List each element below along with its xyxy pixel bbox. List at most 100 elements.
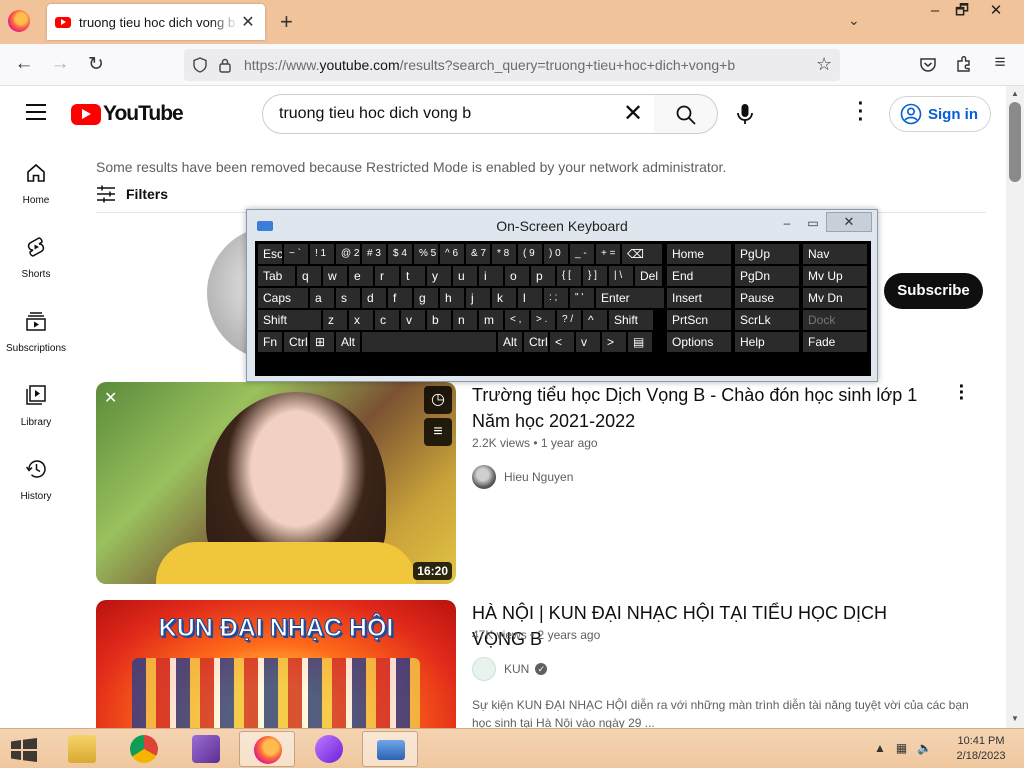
osk-key[interactable]: Mv Up: [803, 266, 867, 286]
osk-key[interactable]: Pause: [735, 288, 799, 308]
osk-key[interactable]: * 8: [492, 244, 516, 264]
microphone-icon[interactable]: [734, 102, 756, 126]
osk-key[interactable]: Alt: [498, 332, 522, 352]
volume-icon[interactable]: 🔈: [917, 741, 932, 755]
video-title[interactable]: HÀ NỘI | KUN ĐẠI NHẠC HỘI TẠI TIỂU HỌC D…: [472, 600, 942, 652]
osk-key[interactable]: : ;: [544, 288, 568, 308]
osk-key[interactable]: ~ `: [284, 244, 308, 264]
osk-minimize-button[interactable]: –: [774, 214, 800, 232]
bookmark-star-icon[interactable]: ☆: [816, 54, 832, 75]
search-box[interactable]: truong tieu hoc dich vong b ✕: [262, 94, 655, 134]
guide-item-home[interactable]: Home: [0, 162, 72, 208]
visual-studio-preview-taskbar-button[interactable]: [301, 731, 357, 767]
osk-key[interactable]: m: [479, 310, 503, 330]
osk-key[interactable]: Mv Dn: [803, 288, 867, 308]
add-to-queue-icon[interactable]: ≡: [424, 418, 452, 446]
osk-key[interactable]: ⌫: [622, 244, 662, 264]
osk-key[interactable]: t: [401, 266, 425, 286]
osk-key[interactable]: Dock: [803, 310, 867, 330]
osk-key[interactable]: ! 1: [310, 244, 334, 264]
taskbar-clock[interactable]: 10:41 PM 2/18/2023: [950, 734, 1012, 764]
osk-key[interactable]: v: [401, 310, 425, 330]
on-screen-keyboard-taskbar-button[interactable]: [362, 731, 418, 767]
osk-key[interactable]: | \: [609, 266, 633, 286]
guide-item-subscriptions[interactable]: Subscriptions: [0, 310, 72, 356]
forward-arrow-icon[interactable]: →: [48, 53, 72, 75]
osk-key[interactable]: Help: [735, 332, 799, 352]
osk-key[interactable]: $ 4: [388, 244, 412, 264]
osk-key[interactable]: o: [505, 266, 529, 286]
url-bar[interactable]: https://www.youtube.com/results?search_q…: [184, 49, 840, 81]
firefox-logo-icon[interactable]: [8, 10, 30, 32]
osk-key[interactable]: b: [427, 310, 451, 330]
visual-studio-taskbar-button[interactable]: [178, 731, 234, 767]
pocket-icon[interactable]: [919, 56, 937, 74]
osk-key[interactable]: c: [375, 310, 399, 330]
channel-link[interactable]: Hieu Nguyen: [472, 465, 573, 489]
osk-key[interactable]: p: [531, 266, 555, 286]
osk-key[interactable]: l: [518, 288, 542, 308]
osk-close-button[interactable]: ✕: [826, 212, 872, 232]
osk-key[interactable]: r: [375, 266, 399, 286]
osk-key[interactable]: & 7: [466, 244, 490, 264]
video-thumbnail[interactable]: KUN ĐẠI NHẠC HỘI: [96, 600, 456, 728]
osk-key[interactable]: } ]: [583, 266, 607, 286]
subscribe-button[interactable]: Subscribe: [884, 273, 983, 309]
video-thumbnail[interactable]: ✕ ◷ ≡ 16:20: [96, 382, 456, 584]
osk-key[interactable]: w: [323, 266, 347, 286]
guide-item-library[interactable]: Library: [0, 384, 72, 430]
clear-search-icon[interactable]: ✕: [618, 99, 648, 128]
osk-key[interactable]: d: [362, 288, 386, 308]
osk-key[interactable]: ( 9: [518, 244, 542, 264]
scroll-up-icon[interactable]: ▲: [1006, 89, 1024, 98]
system-tray[interactable]: ▲ ▦ 🔈: [874, 741, 932, 755]
extensions-icon[interactable]: [955, 55, 973, 73]
osk-key[interactable]: ⊞: [310, 332, 334, 352]
close-window-button[interactable]: ✕: [976, 2, 1016, 22]
close-tab-icon[interactable]: ✕: [239, 12, 257, 32]
osk-key[interactable]: Tab: [258, 266, 295, 286]
osk-key[interactable]: @ 2: [336, 244, 360, 264]
osk-key[interactable]: PgDn: [735, 266, 799, 286]
osk-title-bar[interactable]: On-Screen Keyboard – ▭ ✕: [247, 210, 877, 240]
osk-key[interactable]: Fade: [803, 332, 867, 352]
osk-key[interactable]: j: [466, 288, 490, 308]
search-button[interactable]: [654, 94, 718, 134]
osk-key[interactable]: Options: [667, 332, 731, 352]
osk-key[interactable]: z: [323, 310, 347, 330]
osk-key[interactable]: PrtScn: [667, 310, 731, 330]
osk-key[interactable]: i: [479, 266, 503, 286]
hamburger-menu-icon[interactable]: [26, 104, 46, 120]
osk-key[interactable]: > .: [531, 310, 555, 330]
osk-key[interactable]: v: [576, 332, 600, 352]
windows-start-icon[interactable]: [10, 738, 38, 762]
osk-key[interactable]: Shift: [258, 310, 321, 330]
osk-key[interactable]: Ctrl: [524, 332, 548, 352]
tracking-shield-icon[interactable]: [192, 57, 208, 73]
osk-key[interactable]: ScrLk: [735, 310, 799, 330]
osk-key[interactable]: ▤: [628, 332, 652, 352]
osk-key[interactable]: " ': [570, 288, 594, 308]
osk-key[interactable]: + =: [596, 244, 620, 264]
osk-key[interactable]: u: [453, 266, 477, 286]
osk-key[interactable]: n: [453, 310, 477, 330]
osk-key[interactable]: Nav: [803, 244, 867, 264]
osk-key[interactable]: y: [427, 266, 451, 286]
sign-in-button[interactable]: Sign in: [889, 96, 991, 132]
video-menu-icon[interactable]: · · ·: [954, 377, 970, 409]
youtube-logo[interactable]: YouTube: [71, 102, 184, 126]
osk-key[interactable]: % 5: [414, 244, 438, 264]
osk-key[interactable]: ? /: [557, 310, 581, 330]
chrome-taskbar-button[interactable]: [116, 731, 172, 767]
osk-key[interactable]: k: [492, 288, 516, 308]
network-icon[interactable]: ▦: [896, 741, 907, 755]
filters-button[interactable]: Filters: [96, 185, 168, 203]
back-arrow-icon[interactable]: ←: [12, 53, 36, 75]
watch-later-icon[interactable]: ◷: [424, 386, 452, 414]
reload-icon[interactable]: ↻: [84, 53, 108, 76]
channel-link[interactable]: KUN ✓: [472, 657, 548, 681]
osk-key[interactable]: PgUp: [735, 244, 799, 264]
osk-key[interactable]: Caps: [258, 288, 308, 308]
osk-key[interactable]: e: [349, 266, 373, 286]
osk-key[interactable]: <: [550, 332, 574, 352]
